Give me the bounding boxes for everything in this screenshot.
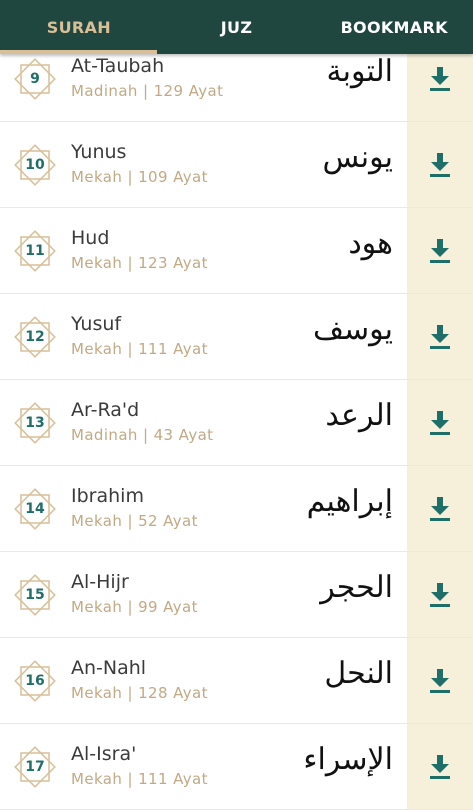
download-icon bbox=[430, 754, 450, 779]
surah-name: Yunus bbox=[71, 141, 127, 163]
surah-meta: Madinah | 43 Ayat bbox=[71, 426, 214, 444]
download-button[interactable] bbox=[407, 208, 473, 293]
surah-number-badge: 14 bbox=[9, 483, 61, 535]
list-item[interactable]: 14 Ibrahim Mekah | 52 Ayat إبراهيم bbox=[0, 466, 473, 552]
tab-surah[interactable]: SURAH bbox=[0, 0, 158, 54]
surah-meta: Mekah | 111 Ayat bbox=[71, 340, 208, 358]
surah-arabic-name: النحل bbox=[324, 656, 393, 691]
tab-bookmark-label: BOOKMARK bbox=[340, 17, 448, 37]
list-item[interactable]: 16 An-Nahl Mekah | 128 Ayat النحل bbox=[0, 638, 473, 724]
surah-number-badge: 16 bbox=[9, 655, 61, 707]
surah-number-badge: 9 bbox=[9, 53, 61, 105]
tab-surah-label: SURAH bbox=[46, 17, 111, 37]
surah-arabic-name: الحجر bbox=[320, 570, 393, 605]
tab-bookmark[interactable]: BOOKMARK bbox=[315, 0, 473, 54]
download-icon bbox=[430, 668, 450, 693]
download-icon bbox=[430, 582, 450, 607]
surah-number: 9 bbox=[30, 71, 40, 87]
surah-arabic-name: الرعد bbox=[325, 398, 393, 433]
list-item[interactable]: 12 Yusuf Mekah | 111 Ayat يوسف bbox=[0, 294, 473, 380]
download-icon bbox=[430, 410, 450, 435]
list-item[interactable]: 10 Yunus Mekah | 109 Ayat يونس bbox=[0, 122, 473, 208]
surah-meta: Mekah | 99 Ayat bbox=[71, 598, 198, 616]
surah-name: At-Taubah bbox=[71, 55, 165, 77]
surah-number: 13 bbox=[25, 415, 45, 431]
tab-juz-label: JUZ bbox=[220, 17, 253, 37]
surah-name: Yusuf bbox=[71, 313, 122, 335]
download-button[interactable] bbox=[407, 294, 473, 379]
surah-number-badge: 12 bbox=[9, 311, 61, 363]
surah-arabic-name: يوسف bbox=[312, 312, 393, 347]
surah-number-badge: 15 bbox=[9, 569, 61, 621]
surah-number: 11 bbox=[25, 243, 45, 259]
surah-meta: Mekah | 111 Ayat bbox=[71, 770, 208, 788]
download-button[interactable] bbox=[407, 466, 473, 551]
surah-meta: Madinah | 129 Ayat bbox=[71, 82, 224, 100]
active-tab-indicator bbox=[0, 50, 157, 54]
download-button[interactable] bbox=[407, 122, 473, 207]
surah-number: 15 bbox=[25, 587, 45, 603]
surah-name: Al-Hijr bbox=[71, 571, 129, 593]
surah-number-badge: 11 bbox=[9, 225, 61, 277]
download-icon bbox=[430, 152, 450, 177]
surah-name: Al-Isra' bbox=[71, 743, 137, 765]
surah-name: Ar-Ra'd bbox=[71, 399, 140, 421]
download-button[interactable] bbox=[407, 552, 473, 637]
surah-name: Hud bbox=[71, 227, 110, 249]
surah-meta: Mekah | 128 Ayat bbox=[71, 684, 208, 702]
surah-number: 10 bbox=[25, 157, 45, 173]
list-item[interactable]: 15 Al-Hijr Mekah | 99 Ayat الحجر bbox=[0, 552, 473, 638]
tab-juz[interactable]: JUZ bbox=[158, 0, 316, 54]
list-item[interactable]: 13 Ar-Ra'd Madinah | 43 Ayat الرعد bbox=[0, 380, 473, 466]
surah-number-badge: 10 bbox=[9, 139, 61, 191]
download-icon bbox=[430, 496, 450, 521]
download-button[interactable] bbox=[407, 380, 473, 465]
surah-number-badge: 17 bbox=[9, 741, 61, 793]
download-icon bbox=[430, 66, 450, 91]
surah-number: 17 bbox=[25, 759, 45, 775]
download-icon bbox=[430, 238, 450, 263]
list-item[interactable]: 17 Al-Isra' Mekah | 111 Ayat الإسراء bbox=[0, 724, 473, 810]
surah-number-badge: 13 bbox=[9, 397, 61, 449]
surah-arabic-name: الإسراء bbox=[303, 742, 393, 777]
download-button[interactable] bbox=[407, 638, 473, 723]
list-item[interactable]: 11 Hud Mekah | 123 Ayat هود bbox=[0, 208, 473, 294]
surah-number: 14 bbox=[25, 501, 45, 517]
surah-name: An-Nahl bbox=[71, 657, 147, 679]
surah-meta: Mekah | 123 Ayat bbox=[71, 254, 208, 272]
surah-number: 16 bbox=[25, 673, 45, 689]
download-button[interactable] bbox=[407, 724, 473, 809]
surah-meta: Mekah | 109 Ayat bbox=[71, 168, 208, 186]
surah-arabic-name: إبراهيم bbox=[306, 484, 393, 519]
surah-list: 9 At-Taubah Madinah | 129 Ayat التوبة 10… bbox=[0, 36, 473, 810]
surah-arabic-name: هود bbox=[348, 226, 393, 261]
surah-name: Ibrahim bbox=[71, 485, 144, 507]
surah-arabic-name: التوبة bbox=[326, 54, 393, 89]
surah-number: 12 bbox=[25, 329, 45, 345]
surah-arabic-name: يونس bbox=[322, 140, 393, 175]
download-icon bbox=[430, 324, 450, 349]
tab-bar: SURAH JUZ BOOKMARK bbox=[0, 0, 473, 54]
surah-meta: Mekah | 52 Ayat bbox=[71, 512, 198, 530]
